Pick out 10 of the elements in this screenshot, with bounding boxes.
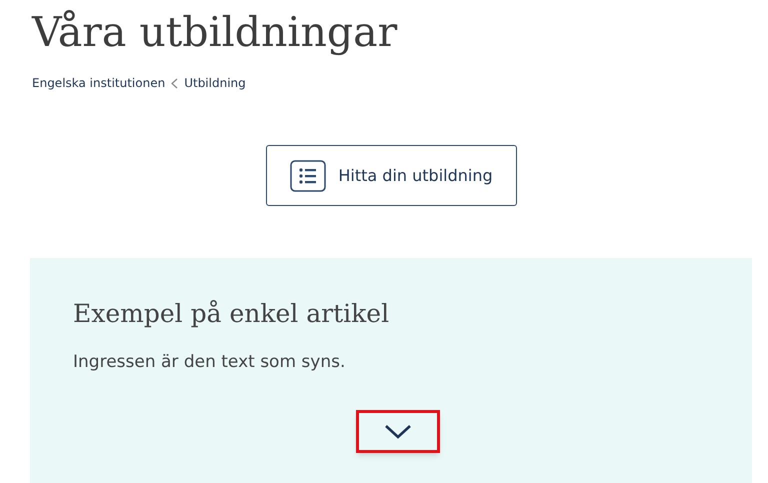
page-title: Våra utbildningar: [32, 7, 398, 58]
chevron-left-icon: [171, 78, 178, 88]
chevron-down-icon: [384, 424, 412, 440]
expand-button[interactable]: [356, 410, 440, 453]
list-icon: [290, 160, 326, 192]
breadcrumb-link[interactable]: Engelska institutionen: [32, 74, 166, 92]
breadcrumb-link[interactable]: Utbildning: [184, 74, 246, 92]
article-lead: Ingressen är den text som syns.: [73, 351, 346, 374]
find-program-button[interactable]: Hitta din utbildning: [266, 145, 517, 206]
article-title: Exempel på enkel artikel: [73, 298, 390, 330]
